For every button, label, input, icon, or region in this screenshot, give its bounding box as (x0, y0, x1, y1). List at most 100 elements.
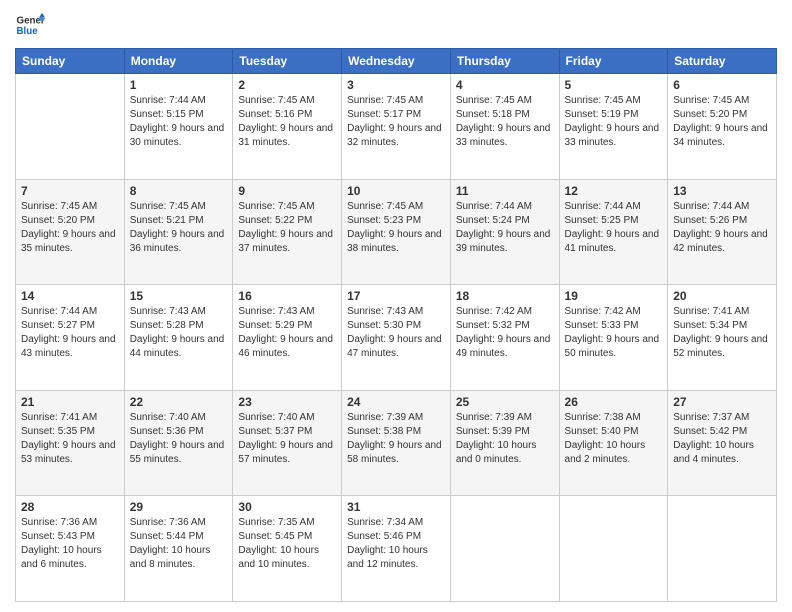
day-number: 14 (21, 289, 119, 303)
calendar-cell: 6 Sunrise: 7:45 AMSunset: 5:20 PMDaylight… (668, 74, 777, 180)
calendar-cell: 21 Sunrise: 7:41 AMSunset: 5:35 PMDayligh… (16, 390, 125, 496)
week-row-2: 7Sunrise: 7:45 AMSunset: 5:20 PMDaylight… (16, 179, 777, 285)
day-number: 5 (565, 78, 663, 92)
day-info: Sunrise: 7:37 AMSunset: 5:42 PMDaylight:… (673, 411, 771, 467)
day-number: 21 (21, 395, 119, 409)
day-number: 23 (238, 395, 336, 409)
logo: General Blue (15, 10, 45, 40)
col-sunday: Sunday (16, 49, 125, 74)
day-number: 3 (347, 78, 445, 92)
calendar-cell: 2Sunrise: 7:45 AMSunset: 5:16 PMDaylight… (233, 74, 342, 180)
day-info: Sunrise: 7:40 AMSunset: 5:37 PMDaylight:… (238, 411, 336, 467)
calendar-cell (450, 496, 559, 602)
day-info: Sunrise: 7:45 AMSunset: 5:20 PMDaylight:… (21, 200, 119, 256)
week-row-1: 1 Sunrise: 7:44 AMSunset: 5:15 PMDaylight… (16, 74, 777, 180)
day-info: Sunrise: 7:41 AMSunset: 5:35 PMDaylight:… (21, 411, 119, 467)
day-info: Sunrise: 7:39 AMSunset: 5:38 PMDaylight:… (347, 411, 445, 467)
day-info: Sunrise: 7:45 AMSunset: 5:20 PMDaylight:… (673, 94, 771, 150)
col-monday: Monday (124, 49, 233, 74)
calendar-cell: 29 Sunrise: 7:36 AMSunset: 5:44 PMDayligh… (124, 496, 233, 602)
calendar-cell: 28 Sunrise: 7:36 AMSunset: 5:43 PMDayligh… (16, 496, 125, 602)
calendar-cell: 14 Sunrise: 7:44 AMSunset: 5:27 PMDayligh… (16, 285, 125, 391)
day-number: 4 (456, 78, 554, 92)
day-info: Sunrise: 7:34 AMSunset: 5:46 PMDaylight:… (347, 516, 445, 572)
day-number: 22 (130, 395, 228, 409)
day-info: Sunrise: 7:36 AMSunset: 5:44 PMDaylight:… (130, 516, 228, 572)
day-number: 20 (673, 289, 771, 303)
day-number: 27 (673, 395, 771, 409)
calendar-cell (16, 74, 125, 180)
page: General Blue Sunday Monday Tuesday Wedne… (0, 0, 792, 612)
day-info: Sunrise: 7:45 AMSunset: 5:21 PMDaylight:… (130, 200, 228, 256)
calendar-cell: 5 Sunrise: 7:45 AMSunset: 5:19 PMDaylight… (559, 74, 668, 180)
logo-icon: General Blue (15, 10, 45, 40)
calendar-cell: 20Sunrise: 7:41 AMSunset: 5:34 PMDayligh… (668, 285, 777, 391)
calendar-cell: 30 Sunrise: 7:35 AMSunset: 5:45 PMDayligh… (233, 496, 342, 602)
calendar-cell (668, 496, 777, 602)
calendar-cell: 9 Sunrise: 7:45 AMSunset: 5:22 PMDaylight… (233, 179, 342, 285)
day-info: Sunrise: 7:45 AMSunset: 5:19 PMDaylight:… (565, 94, 663, 150)
day-number: 13 (673, 184, 771, 198)
day-info: Sunrise: 7:44 AMSunset: 5:25 PMDaylight:… (565, 200, 663, 256)
col-thursday: Thursday (450, 49, 559, 74)
day-info: Sunrise: 7:35 AMSunset: 5:45 PMDaylight:… (238, 516, 336, 572)
day-number: 31 (347, 500, 445, 514)
calendar-cell: 10 Sunrise: 7:45 AMSunset: 5:23 PMDayligh… (342, 179, 451, 285)
day-number: 8 (130, 184, 228, 198)
day-number: 28 (21, 500, 119, 514)
day-number: 25 (456, 395, 554, 409)
calendar-cell: 8 Sunrise: 7:45 AMSunset: 5:21 PMDaylight… (124, 179, 233, 285)
calendar-cell: 27 Sunrise: 7:37 AMSunset: 5:42 PMDayligh… (668, 390, 777, 496)
col-saturday: Saturday (668, 49, 777, 74)
day-number: 11 (456, 184, 554, 198)
calendar-cell: 31 Sunrise: 7:34 AMSunset: 5:46 PMDayligh… (342, 496, 451, 602)
calendar-cell: 22Sunrise: 7:40 AMSunset: 5:36 PMDayligh… (124, 390, 233, 496)
calendar-cell: 13Sunrise: 7:44 AMSunset: 5:26 PMDayligh… (668, 179, 777, 285)
calendar-cell: 19Sunrise: 7:42 AMSunset: 5:33 PMDayligh… (559, 285, 668, 391)
calendar-cell: 3 Sunrise: 7:45 AMSunset: 5:17 PMDaylight… (342, 74, 451, 180)
day-number: 12 (565, 184, 663, 198)
day-number: 17 (347, 289, 445, 303)
col-wednesday: Wednesday (342, 49, 451, 74)
week-row-5: 28 Sunrise: 7:36 AMSunset: 5:43 PMDayligh… (16, 496, 777, 602)
day-number: 29 (130, 500, 228, 514)
day-info: Sunrise: 7:43 AMSunset: 5:29 PMDaylight:… (238, 305, 336, 361)
svg-text:Blue: Blue (17, 26, 39, 37)
day-number: 26 (565, 395, 663, 409)
calendar-cell: 26 Sunrise: 7:38 AMSunset: 5:40 PMDayligh… (559, 390, 668, 496)
header: General Blue (15, 10, 777, 40)
day-info: Sunrise: 7:45 AMSunset: 5:22 PMDaylight:… (238, 200, 336, 256)
day-number: 6 (673, 78, 771, 92)
day-info: Sunrise: 7:36 AMSunset: 5:43 PMDaylight:… (21, 516, 119, 572)
week-row-3: 14 Sunrise: 7:44 AMSunset: 5:27 PMDayligh… (16, 285, 777, 391)
calendar-cell: 7Sunrise: 7:45 AMSunset: 5:20 PMDaylight… (16, 179, 125, 285)
day-info: Sunrise: 7:45 AMSunset: 5:18 PMDaylight:… (456, 94, 554, 150)
day-info: Sunrise: 7:45 AMSunset: 5:17 PMDaylight:… (347, 94, 445, 150)
day-info: Sunrise: 7:42 AMSunset: 5:32 PMDaylight:… (456, 305, 554, 361)
calendar-cell: 18 Sunrise: 7:42 AMSunset: 5:32 PMDayligh… (450, 285, 559, 391)
header-row: Sunday Monday Tuesday Wednesday Thursday… (16, 49, 777, 74)
calendar-cell: 17 Sunrise: 7:43 AMSunset: 5:30 PMDayligh… (342, 285, 451, 391)
day-info: Sunrise: 7:44 AMSunset: 5:27 PMDaylight:… (21, 305, 119, 361)
day-number: 24 (347, 395, 445, 409)
col-tuesday: Tuesday (233, 49, 342, 74)
day-number: 18 (456, 289, 554, 303)
day-info: Sunrise: 7:44 AMSunset: 5:15 PMDaylight:… (130, 94, 228, 150)
calendar-cell (559, 496, 668, 602)
day-info: Sunrise: 7:43 AMSunset: 5:30 PMDaylight:… (347, 305, 445, 361)
day-number: 10 (347, 184, 445, 198)
day-info: Sunrise: 7:38 AMSunset: 5:40 PMDaylight:… (565, 411, 663, 467)
day-number: 2 (238, 78, 336, 92)
day-info: Sunrise: 7:39 AMSunset: 5:39 PMDaylight:… (456, 411, 554, 467)
calendar-cell: 24 Sunrise: 7:39 AMSunset: 5:38 PMDayligh… (342, 390, 451, 496)
day-info: Sunrise: 7:45 AMSunset: 5:23 PMDaylight:… (347, 200, 445, 256)
day-number: 9 (238, 184, 336, 198)
calendar-table: Sunday Monday Tuesday Wednesday Thursday… (15, 48, 777, 602)
day-number: 1 (130, 78, 228, 92)
calendar-cell: 12 Sunrise: 7:44 AMSunset: 5:25 PMDayligh… (559, 179, 668, 285)
day-number: 15 (130, 289, 228, 303)
day-info: Sunrise: 7:44 AMSunset: 5:24 PMDaylight:… (456, 200, 554, 256)
day-number: 16 (238, 289, 336, 303)
day-number: 30 (238, 500, 336, 514)
calendar-cell: 1 Sunrise: 7:44 AMSunset: 5:15 PMDaylight… (124, 74, 233, 180)
